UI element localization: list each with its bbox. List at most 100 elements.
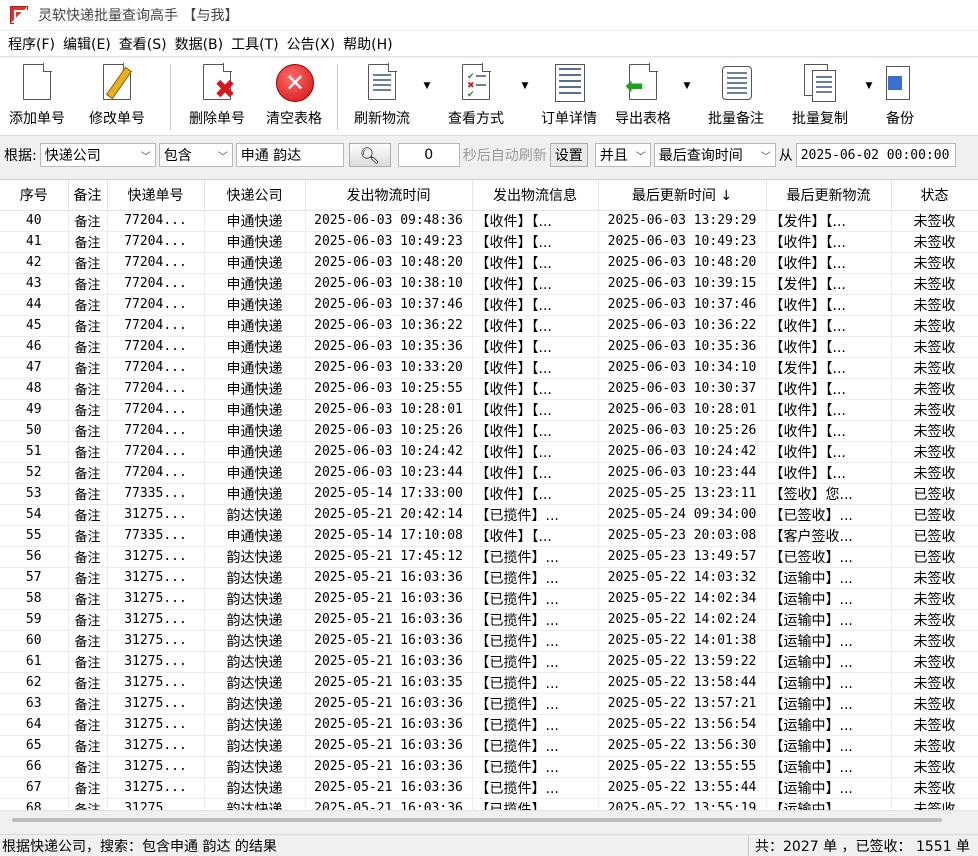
cell-last-update-info: 【已签收】... [766, 546, 892, 568]
cell-status: 未签收 [891, 588, 978, 610]
table-row[interactable]: 42 备注 77204... 申通快递 2025-06-03 10:48:20 【收件】【… [0, 252, 978, 274]
logic-select[interactable]: 并且 ﹀ [594, 143, 651, 167]
table-row[interactable]: 60 备注 31275... 韵达快递 2025-05-21 16:03:36 【已揽件】… [0, 630, 978, 652]
column-header-status[interactable]: 状态 [891, 180, 978, 211]
cell-remark: 备注 [68, 378, 108, 400]
column-header-last-update-time[interactable]: 最后更新时间 ↓ [598, 180, 767, 211]
cell-index: 47 [0, 357, 69, 379]
table-row[interactable]: 67 备注 31275... 韵达快递 2025-05-21 16:03:36 【已揽件】… [0, 777, 978, 799]
table-row[interactable]: 49 备注 77204... 申通快递 2025-06-03 10:28:01 【收件】【… [0, 399, 978, 421]
table-row[interactable]: 47 备注 77204... 申通快递 2025-06-03 10:33:20 【收件】【… [0, 357, 978, 379]
search-field-select[interactable]: 快递公司 ﹀ [39, 143, 156, 167]
table-row[interactable]: 56 备注 31275... 韵达快递 2025-05-21 17:45:12 【已揽件】… [0, 546, 978, 568]
cell-remark: 备注 [68, 525, 108, 547]
table-row[interactable]: 57 备注 31275... 韵达快递 2025-05-21 16:03:36 【已揽件】… [0, 567, 978, 589]
refresh-dropdown-arrow[interactable]: ▼ [420, 58, 434, 134]
menu-view[interactable]: 查看(S) [115, 34, 171, 54]
table-row[interactable]: 54 备注 31275... 韵达快递 2025-05-21 20:42:14 【已揽件】… [0, 504, 978, 526]
add-number-button[interactable]: 添加单号 [4, 58, 70, 134]
refresh-logistics-button[interactable]: 刷新物流 [344, 58, 420, 134]
refresh-seconds-input[interactable]: 0 [397, 143, 460, 167]
menu-help[interactable]: 帮助(H) [339, 34, 396, 54]
menu-edit[interactable]: 编辑(E) [59, 34, 115, 54]
table-row[interactable]: 66 备注 31275... 韵达快递 2025-05-21 16:03:36 【已揽件】… [0, 756, 978, 778]
table-row[interactable]: 63 备注 31275... 韵达快递 2025-05-21 16:03:36 【已揽件】… [0, 693, 978, 715]
column-header-remark[interactable]: 备注 [68, 180, 108, 211]
backup-button[interactable]: 备份 [876, 58, 916, 134]
batch-copy-button[interactable]: 批量复制 [778, 58, 862, 134]
toolbar-separator [337, 64, 338, 130]
table-row[interactable]: 51 备注 77204... 申通快递 2025-06-03 10:24:42 【收件】【… [0, 441, 978, 463]
table-row[interactable]: 68备注31275...韵达快递2025-05-21 16:03:36【已揽件】… [0, 798, 978, 810]
export-dropdown-arrow[interactable]: ▼ [680, 58, 694, 134]
clear-table-button[interactable]: ✕ 清空表格 [257, 58, 331, 134]
cell-ship-time: 2025-05-21 16:03:36 [305, 651, 473, 673]
menu-tools[interactable]: 工具(T) [227, 34, 282, 54]
export-table-button[interactable]: ⬅ 导出表格 [606, 58, 680, 134]
menu-data[interactable]: 数据(B) [171, 34, 228, 54]
cell-ship-time: 2025-06-03 10:38:10 [305, 273, 473, 295]
table-row[interactable]: 61 备注 31275... 韵达快递 2025-05-21 16:03:36 【已揽件】… [0, 651, 978, 673]
table-row[interactable]: 43 备注 77204... 申通快递 2025-06-03 10:38:10 【收件】【… [0, 273, 978, 295]
table-row[interactable]: 59 备注 31275... 韵达快递 2025-05-21 16:03:36 【已揽件】… [0, 609, 978, 631]
table-row[interactable]: 41 备注 77204... 申通快递 2025-06-03 10:49:23 【收件】【… [0, 231, 978, 253]
column-header-tracking-number[interactable]: 快递单号 [107, 180, 205, 211]
cell-status: 未签收 [891, 441, 978, 463]
copy-dropdown-arrow[interactable]: ▼ [862, 58, 876, 134]
table-row[interactable]: 50 备注 77204... 申通快递 2025-06-03 10:25:26 【收件】【… [0, 420, 978, 442]
window-title: 灵软快递批量查询高手 【与我】 [38, 8, 239, 24]
column-header-courier[interactable]: 快递公司 [204, 180, 306, 211]
cell-ship-info: 【已揽件】... [472, 777, 599, 799]
cell-last-update-time: 2025-05-22 14:02:24 [598, 609, 767, 631]
cell-index: 52 [0, 462, 69, 484]
table-row[interactable]: 48 备注 77204... 申通快递 2025-06-03 10:25:55 【收件】【… [0, 378, 978, 400]
cell-courier: 韵达快递 [204, 588, 306, 610]
table-row[interactable]: 53 备注 77335... 申通快递 2025-05-14 17:33:00 【收件】【… [0, 483, 978, 505]
batch-remark-button[interactable]: 批量备注 [694, 58, 778, 134]
table-row[interactable]: 46 备注 77204... 申通快递 2025-06-03 10:35:36 【收件】【… [0, 336, 978, 358]
cell-ship-info: 【收件】【... [472, 483, 599, 505]
table-row[interactable]: 58 备注 31275... 韵达快递 2025-05-21 16:03:36 【已揽件】… [0, 588, 978, 610]
edit-pencil-icon [99, 63, 135, 104]
view-mode-button[interactable]: ✔ ✖ ✔ 查看方式 [434, 58, 518, 134]
order-detail-button[interactable]: 订单详情 [532, 58, 606, 134]
cell-courier: 韵达快递 [204, 735, 306, 757]
cell-status: 未签收 [891, 210, 978, 232]
column-header-last-update-info[interactable]: 最后更新物流 [766, 180, 892, 211]
menu-program[interactable]: 程序(F) [4, 34, 59, 54]
cell-ship-info: 【收件】【... [472, 399, 599, 421]
cell-last-update-info: 【发件】【... [766, 210, 892, 232]
edit-number-button[interactable]: 修改单号 [70, 58, 164, 134]
horizontal-scrollbar[interactable] [0, 810, 978, 828]
table-row[interactable]: 45 备注 77204... 申通快递 2025-06-03 10:36:22 【收件】【… [0, 315, 978, 337]
table-row[interactable]: 64 备注 31275... 韵达快递 2025-05-21 16:03:36 【已揽件】… [0, 714, 978, 736]
column-header-ship-info[interactable]: 发出物流信息 [472, 180, 599, 211]
cell-courier: 申通快递 [204, 210, 306, 232]
table-row[interactable]: 62 备注 31275... 韵达快递 2025-05-21 16:03:35 【已揽件】… [0, 672, 978, 694]
scrollbar-thumb[interactable] [12, 818, 942, 822]
cell-last-update-time: 2025-05-24 09:34:00 [598, 504, 767, 526]
match-mode-select[interactable]: 包含 ﹀ [158, 143, 233, 167]
table-row[interactable]: 40 备注 77204... 申通快递 2025-06-03 09:48:36 【收件】【… [0, 210, 978, 232]
keyword-input[interactable]: 申通 韵达 [235, 143, 344, 167]
table-row[interactable]: 44 备注 77204... 申通快递 2025-06-03 10:37:46 【收件】【… [0, 294, 978, 316]
search-button[interactable]: 🔍︎ [348, 143, 391, 167]
settings-button[interactable]: 设置 [549, 143, 588, 167]
table-row[interactable]: 52 备注 77204... 申通快递 2025-06-03 10:23:44 【收件】【… [0, 462, 978, 484]
from-datetime-input[interactable]: 2025-06-02 00:00:00 [795, 143, 956, 167]
view-mode-dropdown-arrow[interactable]: ▼ [518, 58, 532, 134]
cell-ship-time: 2025-05-21 16:03:36 [305, 588, 473, 610]
column-header-ship-time[interactable]: 发出物流时间 [305, 180, 473, 211]
cell-last-update-time: 2025-06-03 10:24:42 [598, 441, 767, 463]
column-header-index[interactable]: 序号 [0, 180, 69, 211]
time-field-select[interactable]: 最后查询时间 ﹀ [653, 143, 776, 167]
cell-status: 未签收 [891, 252, 978, 274]
cell-ship-info: 【已揽件】... [472, 546, 599, 568]
cell-last-update-time: 2025-05-22 13:55:19 [598, 798, 767, 810]
table-row[interactable]: 65 备注 31275... 韵达快递 2025-05-21 16:03:36 【已揽件】… [0, 735, 978, 757]
menu-notice[interactable]: 公告(X) [283, 34, 340, 54]
table-row[interactable]: 55 备注 77335... 申通快递 2025-05-14 17:10:08 【收件】【… [0, 525, 978, 547]
cell-remark: 备注 [68, 231, 108, 253]
delete-number-button[interactable]: ✖ 删除单号 [177, 58, 257, 134]
cell-ship-time: 2025-05-21 16:03:36 [305, 609, 473, 631]
